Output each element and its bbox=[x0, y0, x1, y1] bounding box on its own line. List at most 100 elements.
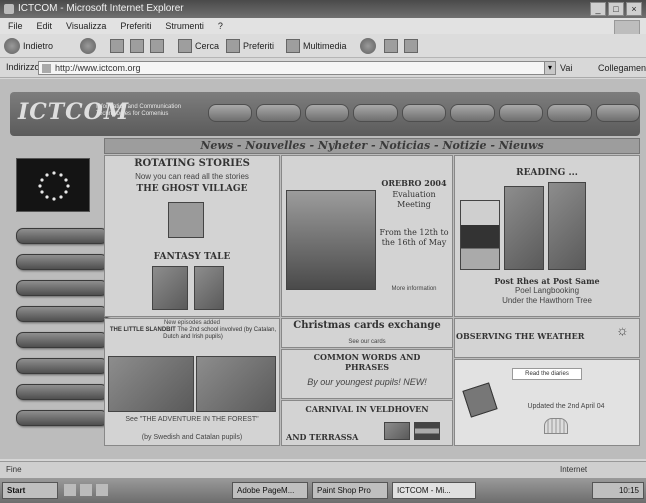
address-label: Indirizzo bbox=[6, 62, 40, 72]
address-url: http://www.ictcom.org bbox=[55, 63, 141, 73]
ghost-village-link[interactable]: THE GHOST VILLAGE bbox=[104, 184, 280, 194]
reading-line-2[interactable]: Poel Langbooking bbox=[454, 286, 640, 296]
address-dropdown-chevron-icon[interactable]: ▾ bbox=[544, 61, 556, 75]
orebro-castle-image[interactable] bbox=[286, 190, 376, 290]
side-menu-button-2[interactable] bbox=[16, 254, 108, 270]
rotating-stories-heading[interactable]: ROTATING STORIES bbox=[104, 158, 280, 169]
reading-caption[interactable]: Post Rhes at Post Same bbox=[454, 276, 640, 286]
side-menu-button-7[interactable] bbox=[16, 384, 108, 400]
print-icon bbox=[404, 39, 418, 53]
ie-window-icon bbox=[4, 4, 14, 14]
site-tagline: Information and Communication Technologi… bbox=[96, 104, 182, 117]
side-menu-button-8[interactable] bbox=[16, 410, 108, 426]
nav-tab-3[interactable] bbox=[304, 104, 350, 122]
eu-flag-icon bbox=[16, 158, 90, 212]
weather-title[interactable]: OBSERVING THE WEATHER bbox=[456, 331, 616, 341]
adventure-image-2[interactable] bbox=[196, 356, 276, 412]
nav-tab-6[interactable] bbox=[450, 104, 495, 122]
adventure-note: (by Swedish and Catalan pupils) bbox=[141, 434, 243, 441]
christmas-link[interactable]: See our cards bbox=[281, 337, 453, 347]
taskbar: Start Adobe PageM... Paint Shop Pro ICTC… bbox=[0, 478, 646, 503]
quicklaunch-mail-icon[interactable] bbox=[96, 484, 108, 496]
print-button[interactable] bbox=[404, 38, 418, 54]
nav-tab-7[interactable] bbox=[498, 104, 544, 122]
task-ictcom[interactable]: ICTCOM - Mi... bbox=[392, 482, 476, 499]
meeting-more-link[interactable]: More information bbox=[378, 284, 450, 294]
common-words-title[interactable]: COMMON WORDS AND PHRASES bbox=[300, 352, 434, 372]
nav-tab-1[interactable] bbox=[208, 104, 253, 122]
search-button[interactable]: Cerca bbox=[178, 38, 219, 54]
forward-button[interactable] bbox=[80, 38, 96, 54]
common-words-note: By our youngest pupils! NEW! bbox=[307, 377, 427, 387]
carnival-flag-2[interactable] bbox=[414, 422, 440, 440]
nav-tab-2[interactable] bbox=[256, 104, 301, 122]
nav-tab-8[interactable] bbox=[547, 104, 592, 122]
address-input[interactable]: http://www.ictcom.org bbox=[38, 61, 550, 75]
maximize-button[interactable]: □ bbox=[608, 2, 624, 16]
task-paintshop[interactable]: Paint Shop Pro bbox=[312, 482, 388, 499]
reading-title[interactable]: READING ... bbox=[454, 168, 640, 178]
meeting-title[interactable]: OREBRO 2004 bbox=[378, 178, 450, 188]
title-bar: ICTCOM - Microsoft Internet Explorer bbox=[0, 0, 646, 18]
carnival-and[interactable]: AND TERRASSA bbox=[286, 432, 376, 442]
adventure-image-1[interactable] bbox=[108, 356, 194, 412]
sun-cloud-icon: ☼ bbox=[616, 322, 629, 338]
history-button[interactable] bbox=[360, 38, 376, 54]
reading-line-3[interactable]: Under the Hawthorn Tree bbox=[454, 296, 640, 306]
reading-image-1[interactable] bbox=[460, 200, 500, 270]
menu-bar: File Edit Visualizza Preferiti Strumenti… bbox=[0, 18, 646, 34]
multimedia-button[interactable]: Multimedia bbox=[286, 38, 347, 54]
carnival-flag-1[interactable] bbox=[384, 422, 410, 440]
quicklaunch-desktop-icon[interactable] bbox=[64, 484, 76, 496]
news-banner: News - Nouvelles - Nyheter - Noticias - … bbox=[104, 138, 640, 154]
go-button[interactable]: Vai bbox=[560, 61, 594, 75]
nav-tab-4[interactable] bbox=[353, 104, 398, 122]
task-pagemaker[interactable]: Adobe PageM... bbox=[232, 482, 308, 499]
favorites-button[interactable]: Preferiti bbox=[226, 38, 274, 54]
home-button[interactable] bbox=[150, 38, 164, 54]
side-menu-button-1[interactable] bbox=[16, 228, 108, 244]
links-button[interactable]: Collegamenti bbox=[598, 61, 646, 75]
fantasy-image-1[interactable] bbox=[152, 266, 188, 310]
menu-help[interactable]: ? bbox=[218, 18, 223, 34]
mail-icon bbox=[384, 39, 398, 53]
window-controls: _ □ × bbox=[590, 2, 642, 16]
side-menu-button-6[interactable] bbox=[16, 358, 108, 374]
christmas-title[interactable]: Christmas cards exchange bbox=[281, 320, 453, 331]
carnival-title[interactable]: CARNIVAL IN VELDHOVEN bbox=[281, 404, 453, 414]
fantasy-tale-link[interactable]: FANTASY TALE bbox=[104, 252, 280, 262]
search-icon bbox=[178, 39, 192, 53]
menu-view[interactable]: Visualizza bbox=[66, 18, 106, 34]
slandbit-block[interactable]: THE LITTLE SLANDBIT The 2nd school invol… bbox=[108, 327, 278, 341]
adventure-link[interactable]: See "THE ADVENTURE IN THE FOREST" bbox=[104, 416, 280, 424]
start-button[interactable]: Start bbox=[2, 482, 58, 499]
menu-edit[interactable]: Edit bbox=[37, 18, 53, 34]
stop-button[interactable] bbox=[110, 38, 124, 54]
search-label: Cerca bbox=[195, 41, 220, 51]
side-menu-button-5[interactable] bbox=[16, 332, 108, 348]
side-menu-button-4[interactable] bbox=[16, 306, 108, 322]
back-button[interactable]: Indietro bbox=[4, 38, 53, 54]
multimedia-label: Multimedia bbox=[303, 41, 347, 51]
mail-button[interactable] bbox=[384, 38, 398, 54]
nav-tab-5[interactable] bbox=[401, 104, 447, 122]
stop-icon bbox=[110, 39, 124, 53]
reading-image-3[interactable] bbox=[548, 182, 586, 270]
menu-favorites[interactable]: Preferiti bbox=[120, 18, 151, 34]
menu-file[interactable]: File bbox=[8, 18, 23, 34]
menu-tools[interactable]: Strumenti bbox=[165, 18, 204, 34]
refresh-button[interactable] bbox=[130, 38, 144, 54]
fantasy-image-2[interactable] bbox=[194, 266, 224, 310]
ghost-village-image[interactable] bbox=[168, 202, 204, 238]
reading-image-2[interactable] bbox=[504, 186, 544, 270]
status-text: Fine bbox=[6, 465, 22, 474]
window-title: ICTCOM - Microsoft Internet Explorer bbox=[18, 3, 184, 14]
minimize-button[interactable]: _ bbox=[590, 2, 606, 16]
weather-link[interactable]: Read the diaries bbox=[512, 368, 582, 380]
quicklaunch-ie-icon[interactable] bbox=[80, 484, 92, 496]
close-button[interactable]: × bbox=[626, 2, 642, 16]
side-menu-button-3[interactable] bbox=[16, 280, 108, 296]
meeting-subtitle: Evaluation Meeting bbox=[392, 190, 436, 209]
nav-tab-9[interactable] bbox=[595, 104, 640, 122]
page-icon bbox=[42, 64, 51, 73]
